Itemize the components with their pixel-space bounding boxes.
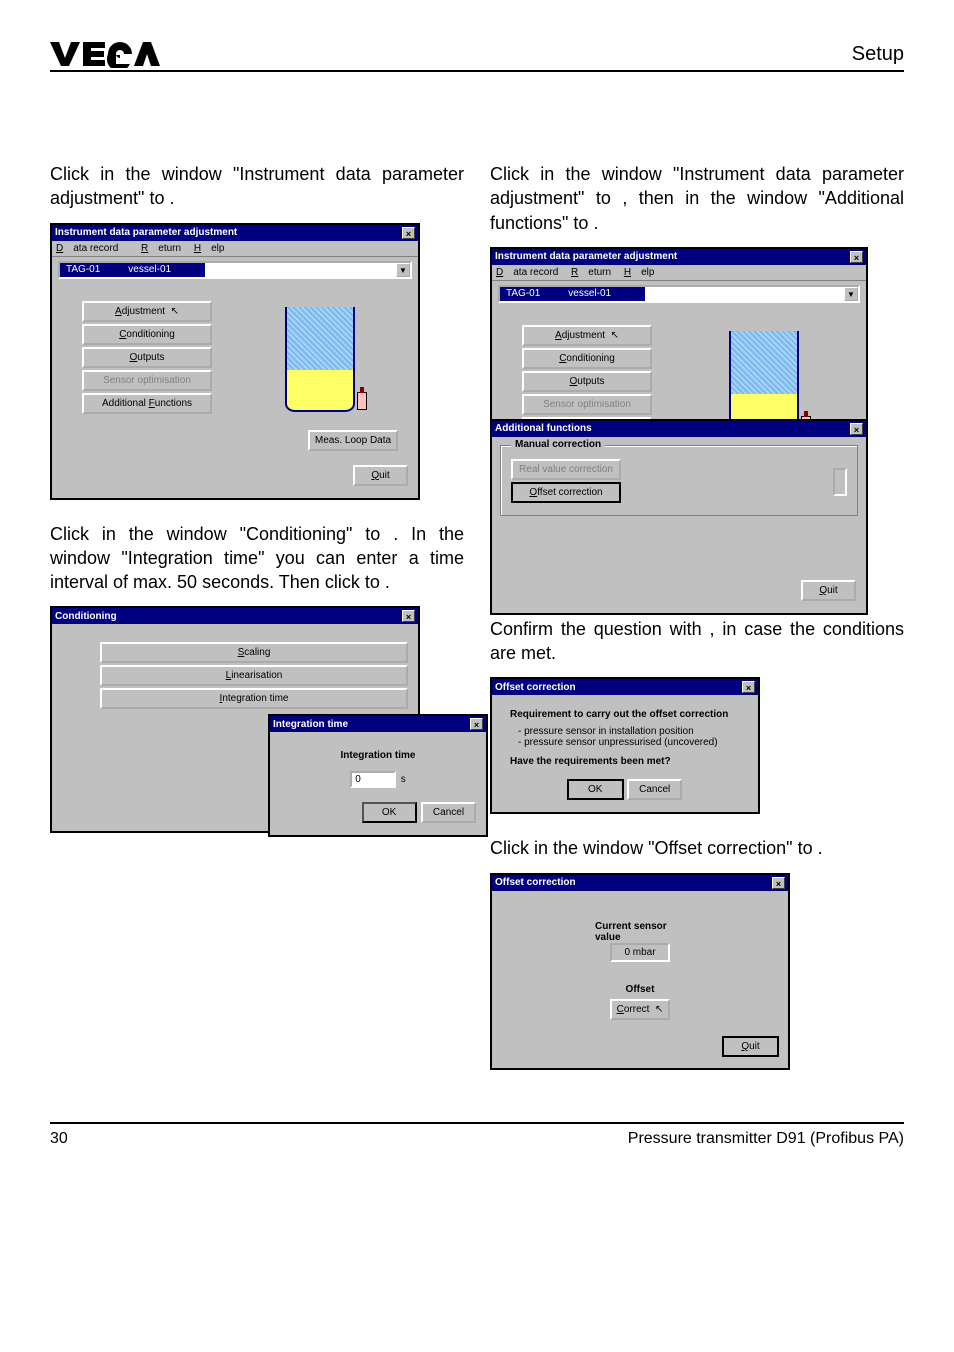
conditioning-button[interactable]: Conditioning [522,348,652,369]
integration-time-input[interactable] [350,771,396,788]
meas-loop-data-button[interactable]: Meas. Loop Data [308,430,398,451]
requirement-1: - pressure sensor in installation positi… [518,726,740,737]
additional-functions-button[interactable]: Additional Functions [82,393,212,414]
additional-functions-window: Additional functions × Manual correction… [490,419,868,615]
left-para-2: Click in the window "Conditioning" to . … [50,522,464,595]
integration-time-dialog: Integration time × Integration time s OK… [268,714,488,837]
window-title: Instrument data parameter adjustment [55,227,237,238]
real-value-correction-button: Real value correction [511,459,621,480]
current-sensor-value-label: Current sensor value [595,921,685,943]
window-title: Conditioning [55,611,117,622]
window-title: Offset correction [495,877,576,888]
quit-button[interactable]: Quit [723,1037,778,1056]
instrument-window: Instrument data parameter adjustment × D… [50,223,420,500]
cancel-button[interactable]: Cancel [421,802,476,823]
close-icon[interactable]: × [850,251,863,263]
offset-confirm-dialog: Offset correction × Requirement to carry… [490,677,760,814]
close-icon[interactable]: × [402,610,415,622]
scrollbar[interactable] [833,468,847,496]
menubar: Data record Return Help [52,241,418,257]
chevron-down-icon[interactable]: ▼ [844,287,858,301]
requirement-2: - pressure sensor unpressurised (uncover… [518,737,740,748]
offset-correction-window: Offset correction × Current sensor value… [490,873,790,1070]
vega-logo [50,40,160,68]
adjustment-button[interactable]: Adjustment ↖ [82,301,212,322]
current-sensor-value: 0 mbar [610,943,670,962]
doc-title: Pressure transmitter D91 (Profibus PA) [628,1130,904,1148]
outputs-button[interactable]: Outputs [522,371,652,392]
menu-return[interactable]: Return [141,243,181,254]
sensor-opt-button: Sensor optimisation [82,370,212,391]
menu-data-record[interactable]: Data record [56,243,128,254]
quit-button[interactable]: Quit [801,580,856,601]
group-label: Manual correction [511,439,605,450]
close-icon[interactable]: × [470,718,483,730]
window-title: Additional functions [495,423,592,434]
close-icon[interactable]: × [742,681,755,693]
ok-button[interactable]: OK [568,780,623,799]
close-icon[interactable]: × [402,227,415,239]
section-label: Setup [852,43,904,66]
outputs-button[interactable]: Outputs [82,347,212,368]
sensor-opt-button: Sensor optimisation [522,394,652,415]
right-para-2: Confirm the question with , in case the … [490,617,904,666]
page-number: 30 [50,1130,68,1148]
tag-combo[interactable]: TAG-01vessel-01 ▼ [58,261,412,279]
quit-button[interactable]: Quit [353,465,408,486]
scaling-button[interactable]: Scaling [100,642,408,663]
menu-help[interactable]: Help [624,267,655,278]
tag-combo[interactable]: TAG-01vessel-01 ▼ [498,285,860,303]
menu-return[interactable]: Return [571,267,611,278]
left-para-1: Click in the window "Instrument data par… [50,162,464,211]
requirement-heading: Requirement to carry out the offset corr… [510,709,740,720]
close-icon[interactable]: × [772,877,785,889]
window-title: Offset correction [495,682,576,693]
right-para-1: Click in the window "Instrument data par… [490,162,904,235]
prompt-text: Have the requirements been met? [510,756,740,767]
linearisation-button[interactable]: Linearisation [100,665,408,686]
menubar: Data record Return Help [492,265,866,281]
close-icon[interactable]: × [850,423,863,435]
tank-graphic [285,307,355,412]
integration-time-button[interactable]: Integration time [100,688,408,709]
offset-correction-button[interactable]: Offset correction [511,482,621,503]
cancel-button[interactable]: Cancel [627,779,682,800]
menu-data-record[interactable]: Data record [496,267,558,278]
menu-help[interactable]: Help [194,243,225,254]
conditioning-button[interactable]: Conditioning [82,324,212,345]
window-title: Instrument data parameter adjustment [495,251,677,262]
adjustment-button[interactable]: Adjustment ↖ [522,325,652,346]
offset-label: Offset [512,984,768,995]
integration-time-label: Integration time [280,750,476,761]
ok-button[interactable]: OK [362,802,417,823]
right-para-3: Click in the window "Offset correction" … [490,836,904,860]
instrument-window: Instrument data parameter adjustment × D… [490,247,868,448]
chevron-down-icon[interactable]: ▼ [396,263,410,277]
window-title: Integration time [273,719,348,730]
correct-button[interactable]: Correct ↖ [610,999,670,1020]
